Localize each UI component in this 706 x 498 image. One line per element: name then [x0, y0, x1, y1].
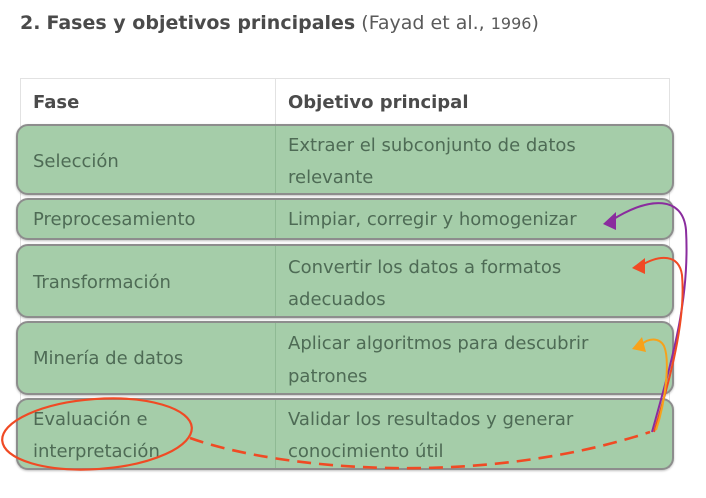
citation: (Fayad et al., 1996): [361, 12, 539, 34]
objective-transformacion-line2: adecuados: [288, 289, 386, 310]
objective-mineria-line2: patrones: [288, 366, 368, 387]
table-row-seleccion: Selección Extraer el subconjunto de dato…: [16, 124, 674, 195]
table-row-transformacion: Transformación Convertir los datos a for…: [16, 244, 674, 318]
citation-year: 1996: [490, 14, 532, 33]
objective-mineria-line1: Aplicar algoritmos para descubrir: [288, 333, 589, 354]
objective-seleccion-line1: Extraer el subconjunto de datos: [288, 135, 576, 156]
phase-evaluacion-line2: interpretación: [33, 441, 160, 462]
row-column-divider: [275, 200, 276, 238]
row-column-divider: [275, 400, 276, 468]
citation-close: ): [531, 12, 539, 34]
objective-evaluacion-line1: Validar los resultados y generar: [288, 409, 574, 430]
section-title: Fases y objetivos principales: [46, 12, 356, 34]
row-column-divider: [275, 246, 276, 316]
objective-transformacion-line1: Convertir los datos a formatos: [288, 257, 562, 278]
table-row-evaluacion: Evaluación e interpretación Validar los …: [16, 398, 674, 470]
citation-open: (Fayad et al.,: [361, 12, 491, 34]
row-column-divider: [275, 323, 276, 393]
phase-seleccion: Selección: [33, 151, 119, 172]
phase-mineria: Minería de datos: [33, 348, 184, 369]
table-row-preprocesamiento: Preprocesamiento Limpiar, corregir y hom…: [16, 198, 674, 240]
section-number: 2.: [20, 12, 41, 34]
phase-preprocesamiento: Preprocesamiento: [33, 209, 196, 230]
header-objective: Objetivo principal: [288, 92, 469, 113]
section-heading: 2. Fases y objetivos principales (Fayad …: [20, 12, 539, 34]
header-phase: Fase: [33, 92, 80, 113]
objective-seleccion-line2: relevante: [288, 167, 374, 188]
table-row-mineria: Minería de datos Aplicar algoritmos para…: [16, 321, 674, 395]
phase-evaluacion-line1: Evaluación e: [33, 409, 148, 430]
table-header-row: Fase Objetivo principal: [20, 78, 670, 126]
row-column-divider: [275, 126, 276, 193]
page: 2. Fases y objetivos principales (Fayad …: [0, 0, 706, 498]
objective-evaluacion-line2: conocimiento útil: [288, 441, 444, 462]
objective-preprocesamiento: Limpiar, corregir y homogenizar: [288, 209, 577, 230]
phase-transformacion: Transformación: [33, 272, 171, 293]
